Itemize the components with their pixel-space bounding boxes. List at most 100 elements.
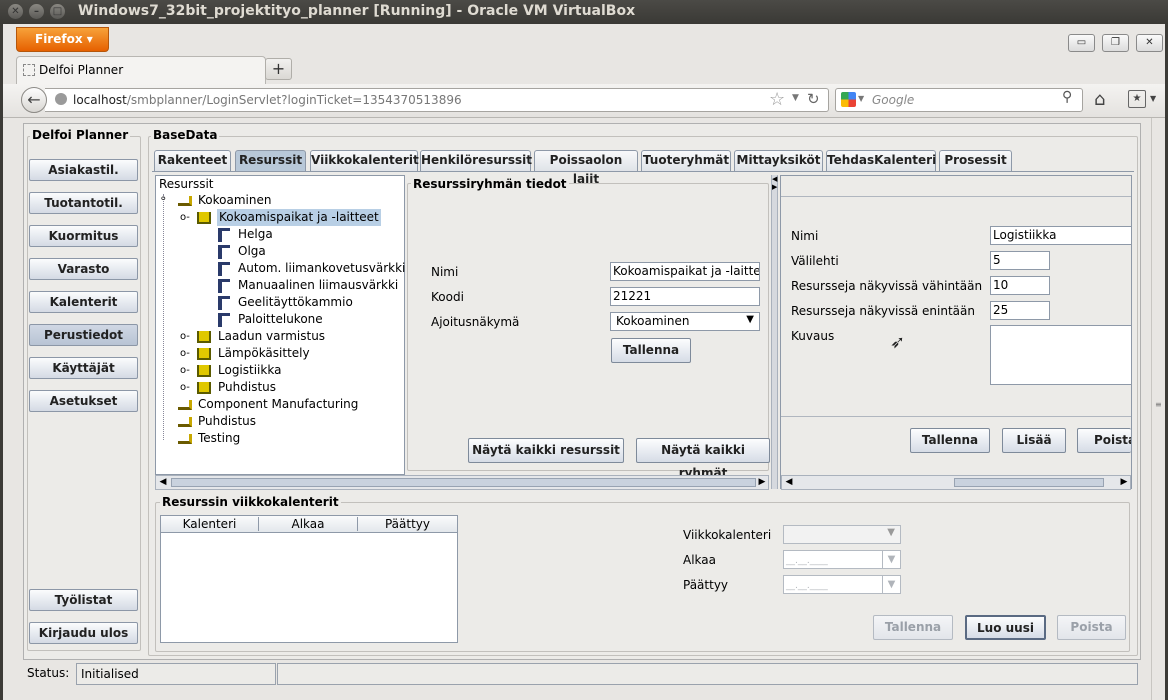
start-date-field[interactable]: __.__.____ ▼ — [783, 550, 901, 569]
end-date-field[interactable]: __.__.____ ▼ — [783, 575, 901, 594]
tree-root[interactable]: Resurssit — [159, 176, 214, 193]
tree-item[interactable]: Kokoaminen — [198, 192, 271, 209]
tree-item[interactable]: Autom. liimankovetusvärkki — [238, 260, 405, 277]
scroll-thumb[interactable] — [171, 478, 756, 487]
tree-item[interactable]: Olga — [238, 243, 266, 260]
column-header[interactable]: Alkaa — [259, 517, 358, 531]
tree-item[interactable]: Lämpökäsittely — [218, 345, 310, 362]
back-button[interactable]: ← — [21, 87, 47, 113]
sidebar-item-tyolistat[interactable]: Työlistat — [29, 589, 138, 611]
max-visible-field[interactable]: 25 — [990, 301, 1050, 320]
arrow-right-icon[interactable]: ▶ — [1118, 476, 1130, 489]
arrow-right-icon[interactable]: ▶ — [756, 476, 768, 489]
create-new-button[interactable]: Luo uusi — [965, 615, 1046, 640]
tree-toggle-icon[interactable]: o- — [180, 345, 190, 362]
search-input[interactable]: ▼ Google ⚲ — [835, 88, 1083, 112]
group-name-field[interactable]: Kokoamispaikat ja -laitteet — [610, 262, 760, 281]
weekcal-save-button[interactable]: Tallenna — [873, 615, 953, 640]
close-icon[interactable]: ✕ — [8, 4, 23, 19]
chevron-down-icon[interactable]: ▼ — [882, 576, 900, 593]
window-restore-button[interactable]: ❐ — [1102, 34, 1129, 52]
sidebar-item-tuotantotil[interactable]: Tuotantotil. — [29, 192, 138, 214]
detail-name-field[interactable]: Logistiikka — [990, 226, 1131, 245]
tree-item[interactable]: Paloittelukone — [238, 311, 323, 328]
chevron-down-icon[interactable]: ▼ — [858, 94, 864, 103]
tree-toggle-icon[interactable]: o- — [180, 209, 190, 226]
description-textarea[interactable] — [990, 325, 1131, 385]
minimize-icon[interactable]: – — [29, 4, 44, 19]
split-pane-divider[interactable]: ◀ ▶ — [771, 175, 778, 489]
logout-button[interactable]: Kirjaudu ulos — [29, 622, 138, 644]
sidebar-item-asiakastil[interactable]: Asiakastil. — [29, 159, 138, 181]
tree-item[interactable]: Logistiikka — [218, 362, 281, 379]
column-header[interactable]: Päättyy — [358, 517, 457, 531]
star-icon[interactable]: ☆ — [769, 89, 785, 110]
horizontal-scrollbar[interactable]: ◀ ▶ — [155, 475, 769, 490]
tree-item[interactable]: Testing — [198, 430, 240, 447]
weekcal-delete-button[interactable]: Poista — [1057, 615, 1126, 640]
column-header[interactable]: Kalenteri — [161, 517, 259, 531]
sidebar-item-kayttajat[interactable]: Käyttäjät — [29, 357, 138, 379]
new-tab-button[interactable]: + — [265, 58, 292, 80]
detail-delete-button[interactable]: Poista — [1077, 428, 1131, 453]
scroll-thumb[interactable] — [954, 478, 1104, 487]
weekcal-select[interactable]: ▼ — [783, 525, 901, 544]
tab-tuoteryhmat[interactable]: Tuoteryhmät — [641, 150, 731, 171]
tab-resurssit[interactable]: Resurssit — [235, 150, 306, 172]
tab-viikkokalenterit[interactable]: Viikkokalenterit — [310, 150, 419, 171]
tree-item[interactable]: Component Manufacturing — [198, 396, 358, 413]
detail-add-button[interactable]: Lisää — [1002, 428, 1066, 453]
page-scrollbar[interactable]: ≡ — [1151, 118, 1165, 700]
tab-mittayksikot[interactable]: Mittayksiköt — [734, 150, 823, 171]
detail-save-button[interactable]: Tallenna — [910, 428, 990, 453]
tree-toggle-icon[interactable]: o- — [180, 328, 190, 345]
tree-toggle-icon[interactable]: o- — [180, 379, 190, 396]
reload-icon[interactable]: ↻ — [807, 90, 820, 108]
scroll-grip-icon[interactable]: ≡ — [1155, 400, 1162, 409]
tab-henkiloresurssit[interactable]: Henkilöresurssit — [420, 150, 532, 171]
schedule-view-select[interactable]: Kokoaminen ▼ — [610, 312, 760, 331]
show-all-resources-button[interactable]: Näytä kaikki resurssit — [468, 438, 624, 463]
detail-horizontal-scrollbar[interactable]: ◀ ▶ — [781, 475, 1131, 490]
min-visible-field[interactable]: 10 — [990, 276, 1050, 295]
sidebar-item-perustiedot[interactable]: Perustiedot — [29, 324, 138, 346]
tree-item[interactable]: Puhdistus — [218, 379, 276, 396]
tree-item[interactable]: Manuaalinen liimausvärkki — [238, 277, 398, 294]
weekcal-table[interactable] — [160, 515, 458, 643]
firefox-menu-button[interactable]: Firefox ▾ — [16, 27, 109, 52]
show-all-groups-button[interactable]: Näytä kaikki ryhmät — [636, 438, 770, 480]
tree-item[interactable]: Puhdistus — [198, 413, 256, 430]
tab-rakenteet[interactable]: Rakenteet — [154, 150, 231, 171]
tab-tehdaskalenteri[interactable]: TehdasKalenteri — [826, 150, 936, 171]
sidebar-item-asetukset[interactable]: Asetukset — [29, 390, 138, 412]
chevron-down-icon[interactable]: ▼ — [1150, 94, 1156, 103]
window-close-button[interactable]: ✕ — [1136, 34, 1163, 52]
sidebar-item-kuormitus[interactable]: Kuormitus — [29, 225, 138, 247]
window-minimize-button[interactable]: ▭ — [1068, 34, 1095, 52]
tab-index-field[interactable]: 5 — [990, 251, 1050, 270]
group-save-button[interactable]: Tallenna — [611, 338, 691, 363]
tree-toggle-icon[interactable]: o- — [180, 362, 190, 379]
sidebar-item-kalenterit[interactable]: Kalenterit — [29, 291, 138, 313]
chevron-down-icon[interactable]: ▼ — [882, 551, 900, 568]
arrow-left-icon[interactable]: ◀ — [157, 476, 169, 489]
tree-item-selected[interactable]: Kokoamispaikat ja -laitteet — [217, 209, 381, 226]
tab-poissaolon-lajit[interactable]: Poissaolon lajit — [534, 150, 638, 186]
bookmarks-icon[interactable]: ★ — [1128, 90, 1146, 108]
magnifier-icon[interactable]: ⚲ — [1062, 89, 1072, 105]
url-bar[interactable]: localhost/smbplanner/LoginServlet?loginT… — [45, 88, 829, 112]
tree-toggle-icon[interactable]: ᵒ — [161, 192, 166, 209]
chevron-down-icon[interactable]: ▼ — [792, 93, 799, 103]
group-code-field[interactable]: 21221 — [610, 287, 760, 306]
browser-tab[interactable]: Delfoi Planner — [16, 56, 266, 84]
sidebar-item-varasto[interactable]: Varasto — [29, 258, 138, 280]
home-icon[interactable]: ⌂ — [1094, 89, 1105, 110]
tab-prosessit[interactable]: Prosessit — [939, 150, 1012, 171]
arrow-left-icon[interactable]: ◀ ▶ — [772, 175, 777, 191]
arrow-left-icon[interactable]: ◀ — [783, 476, 795, 489]
tree-item[interactable]: Laadun varmistus — [218, 328, 325, 345]
maximize-icon[interactable]: □ — [50, 4, 65, 19]
tree-item[interactable]: Geelitäyttökammio — [238, 294, 353, 311]
globe-icon — [55, 93, 67, 105]
tree-item[interactable]: Helga — [238, 226, 273, 243]
